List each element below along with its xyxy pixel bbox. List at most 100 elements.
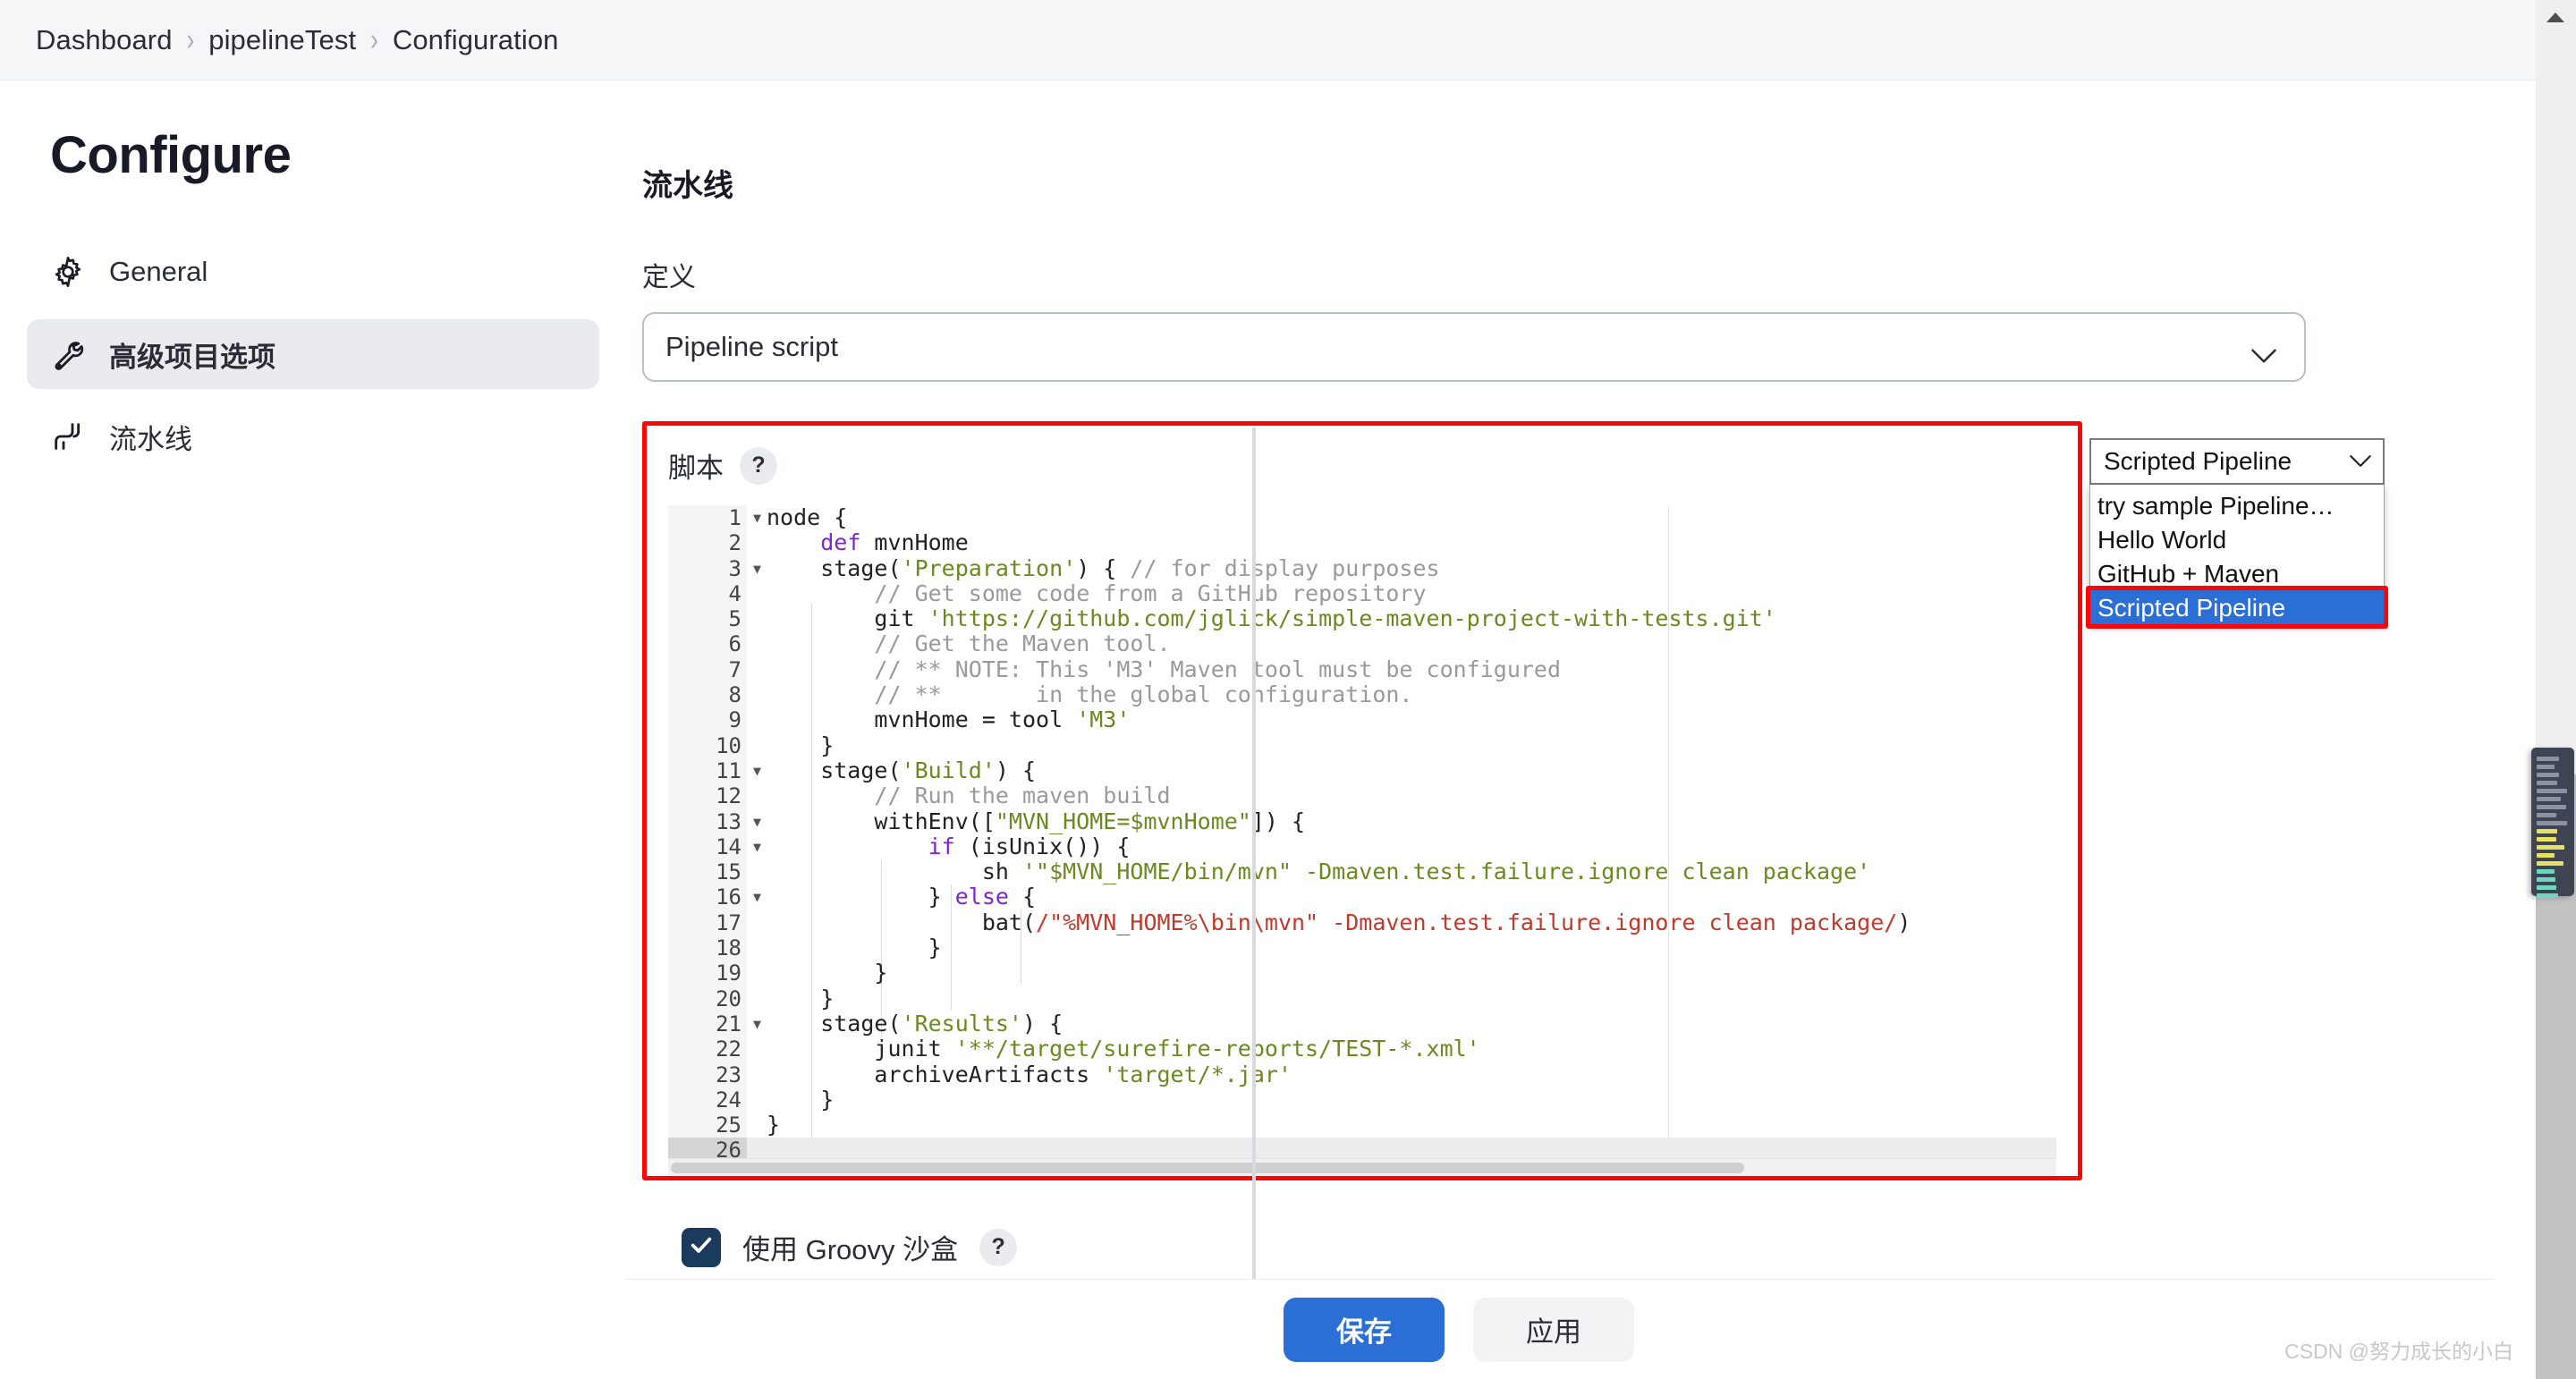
script-code-editor[interactable]: 1 ▼ node {2 def mvnHome 3 ▼ stage('Preparati… — [668, 505, 2056, 1176]
minimap-line — [2537, 781, 2557, 785]
code-line[interactable]: 20 } — [668, 986, 2056, 1011]
code-line[interactable]: 25} — [668, 1113, 2056, 1138]
code-line[interactable]: 10 } — [668, 733, 2056, 758]
code-line[interactable]: 4 // Get some code from a GitHub reposit… — [668, 581, 2056, 606]
code-line[interactable]: 19 } — [668, 960, 2056, 986]
main-content: 流水线 定义 Pipeline script 脚本 ? 1 ▼ node {2… — [626, 80, 2536, 1379]
help-icon[interactable]: ? — [979, 1229, 1017, 1266]
sample-pipeline-dropdown[interactable]: Scripted Pipeline try sample Pipeline… He… — [2089, 438, 2385, 625]
sample-pipeline-option[interactable]: GitHub + Maven — [2090, 556, 2384, 590]
script-highlight-box: 脚本 ? 1 ▼ node {2 def mvnHome 3 ▼ stage('Prep… — [642, 421, 2082, 1180]
code-text: } — [747, 733, 2056, 758]
code-text: // ** NOTE: This 'M3' Maven tool must be… — [747, 657, 2056, 682]
code-minimap[interactable] — [2531, 748, 2574, 896]
code-line[interactable]: 3 ▼ stage('Preparation') { // for display… — [668, 556, 2056, 581]
code-line[interactable]: 15 sh '"$MVN_HOME/bin/mvn" -Dmaven.test.… — [668, 859, 2056, 884]
code-line[interactable]: 22 junit '**/target/surefire-reports/TES… — [668, 1036, 2056, 1062]
sample-pipeline-option[interactable]: try sample Pipeline… — [2090, 488, 2384, 522]
apply-button[interactable]: 应用 — [1473, 1298, 1634, 1362]
fold-triangle-icon[interactable]: ▼ — [749, 758, 761, 783]
code-line[interactable]: 9 mvnHome = tool 'M3' — [668, 707, 2056, 732]
minimap-line — [2537, 837, 2556, 842]
line-number: 14 ▼ — [668, 834, 747, 859]
sample-pipeline-value: Scripted Pipeline — [2104, 447, 2292, 476]
code-line[interactable]: 16 ▼ } else { — [668, 884, 2056, 909]
code-line[interactable]: 2 def mvnHome — [668, 530, 2056, 555]
code-line[interactable]: 11 ▼ stage('Build') { — [668, 758, 2056, 783]
code-line[interactable]: 6 // Get the Maven tool. — [668, 631, 2056, 656]
line-number: 11 ▼ — [668, 758, 747, 783]
code-text: } — [747, 1113, 2056, 1138]
code-text: // Run the maven build — [747, 783, 2056, 808]
gear-icon — [50, 254, 86, 290]
code-line[interactable]: 5 git 'https://github.com/jglick/simple-… — [668, 606, 2056, 631]
code-line[interactable]: 8 // ** in the global configuration. — [668, 682, 2056, 707]
code-text: // Get the Maven tool. — [747, 631, 2056, 656]
sidebar-item-pipeline[interactable]: 流水线 — [27, 402, 599, 471]
breadcrumb-item-pipelinetest[interactable]: pipelineTest — [208, 24, 356, 56]
code-text: junit '**/target/surefire-reports/TEST-*… — [747, 1036, 2056, 1062]
sidebar-item-label: General — [109, 256, 208, 288]
minimap-line — [2537, 853, 2555, 858]
minimap-line — [2537, 869, 2555, 874]
code-text: } — [747, 960, 2056, 986]
line-number: 22 — [668, 1036, 747, 1062]
line-number: 4 — [668, 581, 747, 606]
line-number: 23 — [668, 1062, 747, 1087]
form-divider-rule — [1252, 427, 1256, 1331]
definition-select[interactable]: Pipeline script — [642, 312, 2306, 382]
fold-triangle-icon[interactable]: ▼ — [749, 1011, 761, 1036]
code-line[interactable]: 21 ▼ stage('Results') { — [668, 1011, 2056, 1036]
help-icon[interactable]: ? — [740, 447, 777, 485]
code-line[interactable]: 23 archiveArtifacts 'target/*.jar' — [668, 1062, 2056, 1087]
code-line[interactable]: 24 } — [668, 1087, 2056, 1113]
fold-triangle-icon[interactable]: ▼ — [749, 809, 761, 834]
line-number: 12 — [668, 783, 747, 808]
sidebar-item-general[interactable]: General — [27, 237, 599, 307]
scroll-up-arrow-icon[interactable] — [2546, 13, 2564, 22]
code-line[interactable]: 14 ▼ if (isUnix()) { — [668, 834, 2056, 859]
code-line[interactable]: 7 // ** NOTE: This 'M3' Maven tool must … — [668, 657, 2056, 682]
line-number: 18 — [668, 935, 747, 960]
code-line[interactable]: 1 ▼ node { — [668, 505, 2056, 530]
code-text: // ** in the global configuration. — [747, 682, 2056, 707]
code-text: } — [747, 1087, 2056, 1113]
section-title-pipeline: 流水线 — [642, 161, 2536, 205]
code-text: archiveArtifacts 'target/*.jar' — [747, 1062, 2056, 1087]
minimap-line — [2537, 813, 2556, 817]
breadcrumb-item-dashboard[interactable]: Dashboard — [36, 24, 173, 56]
browser-scrollbar[interactable] — [2536, 0, 2576, 1379]
editor-horizontal-scrollbar[interactable] — [668, 1158, 2056, 1176]
sample-pipeline-option[interactable]: Hello World — [2090, 522, 2384, 556]
groovy-sandbox-checkbox[interactable] — [682, 1228, 721, 1267]
code-text: stage('Results') { — [747, 1011, 2056, 1036]
save-button[interactable]: 保存 — [1284, 1298, 1445, 1362]
sidebar-item-advanced-project-options[interactable]: 高级项目选项 — [27, 319, 599, 389]
chevron-down-icon — [2250, 339, 2277, 355]
chevron-down-icon — [2349, 450, 2372, 473]
code-line[interactable]: 17 bat(/"%MVN_HOME%\bin\mvn" -Dmaven.tes… — [668, 910, 2056, 935]
line-number: 6 — [668, 631, 747, 656]
editor-lines[interactable]: 1 ▼ node {2 def mvnHome 3 ▼ stage('Preparati… — [668, 505, 2056, 1163]
sample-pipeline-select[interactable]: Scripted Pipeline — [2089, 438, 2385, 485]
minimap-line — [2537, 765, 2555, 769]
fold-triangle-icon[interactable]: ▼ — [749, 834, 761, 859]
code-line[interactable]: 13 ▼ withEnv(["MVN_HOME=$mvnHome"]) { — [668, 809, 2056, 834]
fold-triangle-icon[interactable]: ▼ — [749, 505, 761, 530]
groovy-sandbox-label: 使用 Groovy 沙盒 — [742, 1227, 958, 1267]
line-number: 25 — [668, 1113, 747, 1138]
code-text: // Get some code from a GitHub repositor… — [747, 581, 2056, 606]
editor-scroll-thumb[interactable] — [671, 1163, 1744, 1173]
fold-triangle-icon[interactable]: ▼ — [749, 884, 761, 909]
pipeline-icon — [50, 419, 86, 454]
sample-pipeline-option[interactable]: Scripted Pipeline — [2090, 590, 2384, 624]
line-number: 2 — [668, 530, 747, 555]
breadcrumb-item-configuration[interactable]: Configuration — [393, 24, 559, 56]
code-line[interactable]: 12 // Run the maven build — [668, 783, 2056, 808]
code-line[interactable]: 18 } — [668, 935, 2056, 960]
code-text: git 'https://github.com/jglick/simple-ma… — [747, 606, 2056, 631]
sample-pipeline-option-list[interactable]: try sample Pipeline… Hello World GitHub + … — [2089, 485, 2385, 625]
groovy-sandbox-row: 使用 Groovy 沙盒 ? — [682, 1227, 2536, 1267]
page-body: Configure General 高级项目选项 流水线 流水线 定义 Pipe… — [0, 80, 2536, 1379]
fold-triangle-icon[interactable]: ▼ — [749, 556, 761, 581]
